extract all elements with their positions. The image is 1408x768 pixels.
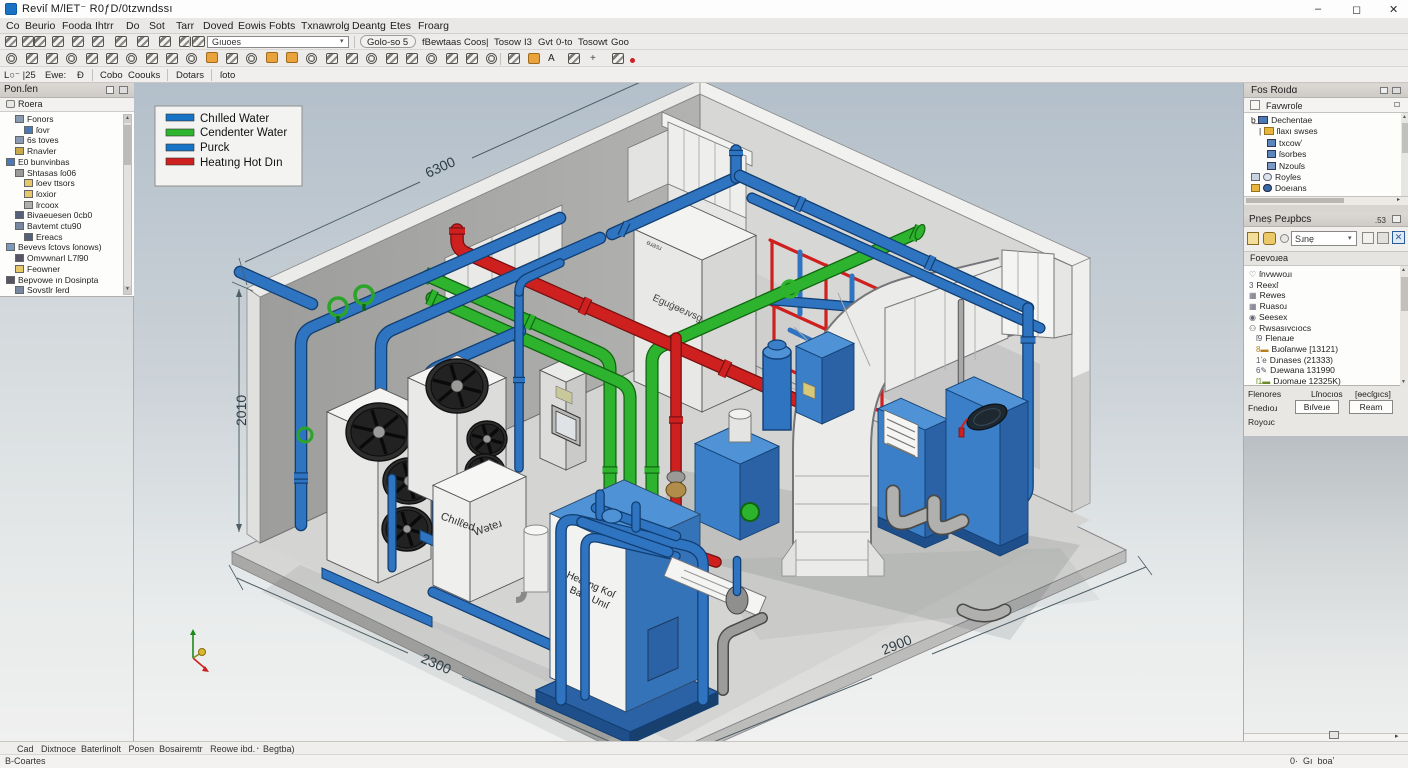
svg-text:Cendenter Water: Cendenter Water [200,127,287,139]
svg-text:2010: 2010 [233,395,249,426]
svg-text:Purck: Purck [200,142,230,154]
svg-text:Heatıng Hot Dın: Heatıng Hot Dın [200,157,282,169]
svg-text:Chılled Water: Chılled Water [200,113,269,125]
